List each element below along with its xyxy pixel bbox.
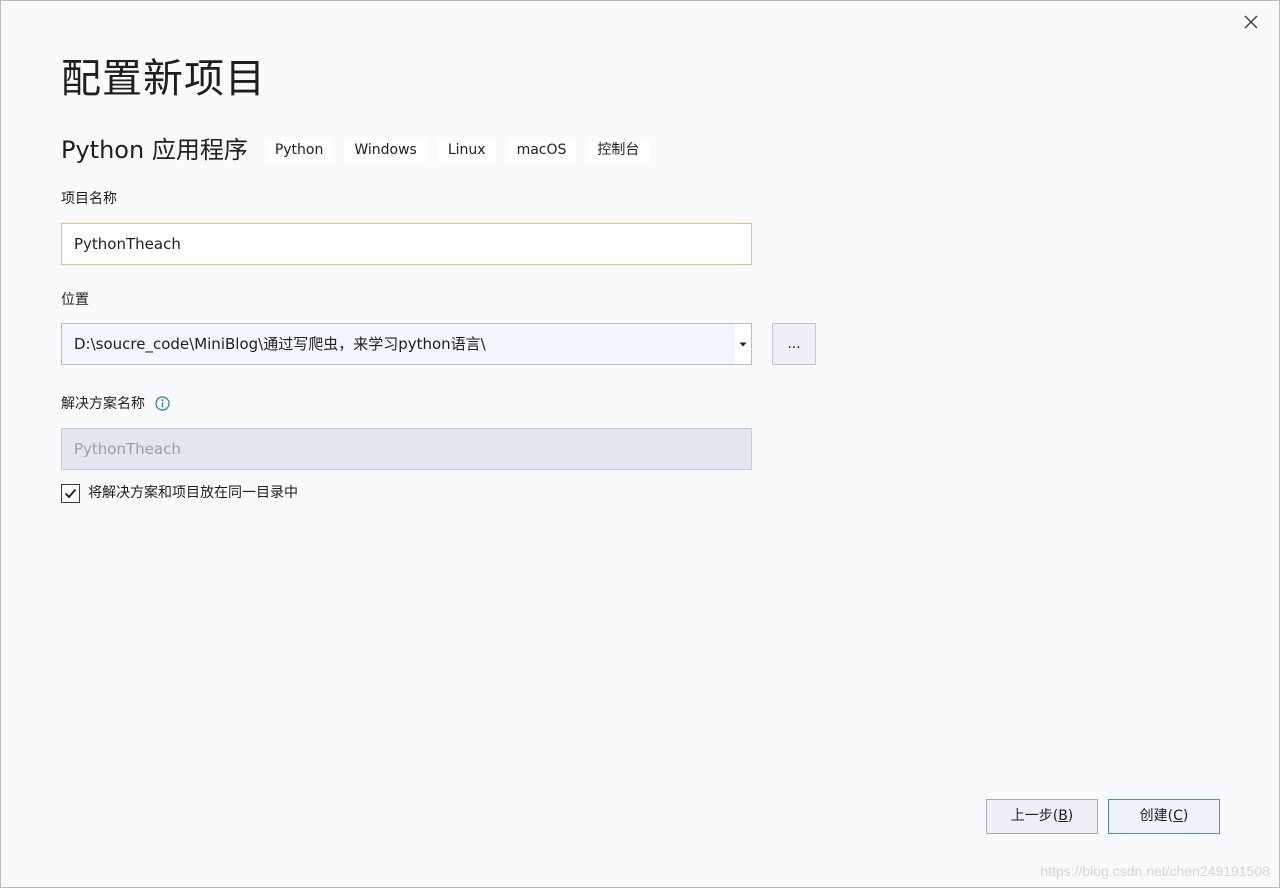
- solution-name-label-row: 解决方案名称: [61, 394, 171, 414]
- location-value: D:\soucre_code\MiniBlog\通过写爬虫，来学习python语…: [74, 335, 486, 353]
- close-button[interactable]: [1237, 9, 1265, 35]
- create-button-close: ): [1182, 808, 1189, 824]
- tag-console: 控制台: [587, 138, 650, 162]
- template-name: Python 应用程序: [61, 136, 248, 164]
- create-button[interactable]: 创建(C): [1108, 799, 1220, 834]
- back-button[interactable]: 上一步(B): [986, 799, 1098, 834]
- info-icon[interactable]: [155, 395, 171, 411]
- tag-linux: Linux: [437, 138, 496, 162]
- tag-macos: macOS: [506, 138, 577, 162]
- solution-name-label: 解决方案名称: [61, 396, 145, 412]
- create-button-accesskey: C: [1173, 808, 1183, 824]
- back-button-accesskey: B: [1058, 808, 1068, 824]
- create-button-text: 创建(: [1139, 808, 1174, 824]
- back-button-close: ): [1067, 808, 1074, 824]
- dialog-window: 配置新项目 Python 应用程序 Python Windows Linux m…: [0, 0, 1280, 888]
- same-directory-label: 将解决方案和项目放在同一目录中: [88, 485, 298, 501]
- watermark: https://blog.csdn.net/chen249191508: [1040, 863, 1270, 879]
- project-name-label: 项目名称: [61, 191, 117, 207]
- tag-python: Python: [264, 138, 334, 162]
- caret-down-icon: [739, 342, 747, 346]
- page-title: 配置新项目: [61, 56, 266, 102]
- browse-button[interactable]: ...: [772, 323, 816, 365]
- check-icon: [64, 488, 77, 498]
- tag-windows: Windows: [344, 138, 427, 162]
- location-label: 位置: [61, 292, 89, 308]
- same-directory-checkbox[interactable]: [61, 483, 80, 503]
- close-icon: [1244, 15, 1258, 29]
- solution-name-input[interactable]: PythonTheach: [61, 428, 752, 470]
- back-button-text: 上一步(: [1010, 808, 1059, 824]
- location-dropdown-button[interactable]: [735, 324, 751, 364]
- project-name-input[interactable]: PythonTheach: [61, 223, 752, 265]
- location-combobox[interactable]: D:\soucre_code\MiniBlog\通过写爬虫，来学习python语…: [61, 323, 752, 365]
- template-header: Python 应用程序 Python Windows Linux macOS 控…: [61, 133, 660, 167]
- same-directory-option[interactable]: 将解决方案和项目放在同一目录中: [61, 482, 298, 504]
